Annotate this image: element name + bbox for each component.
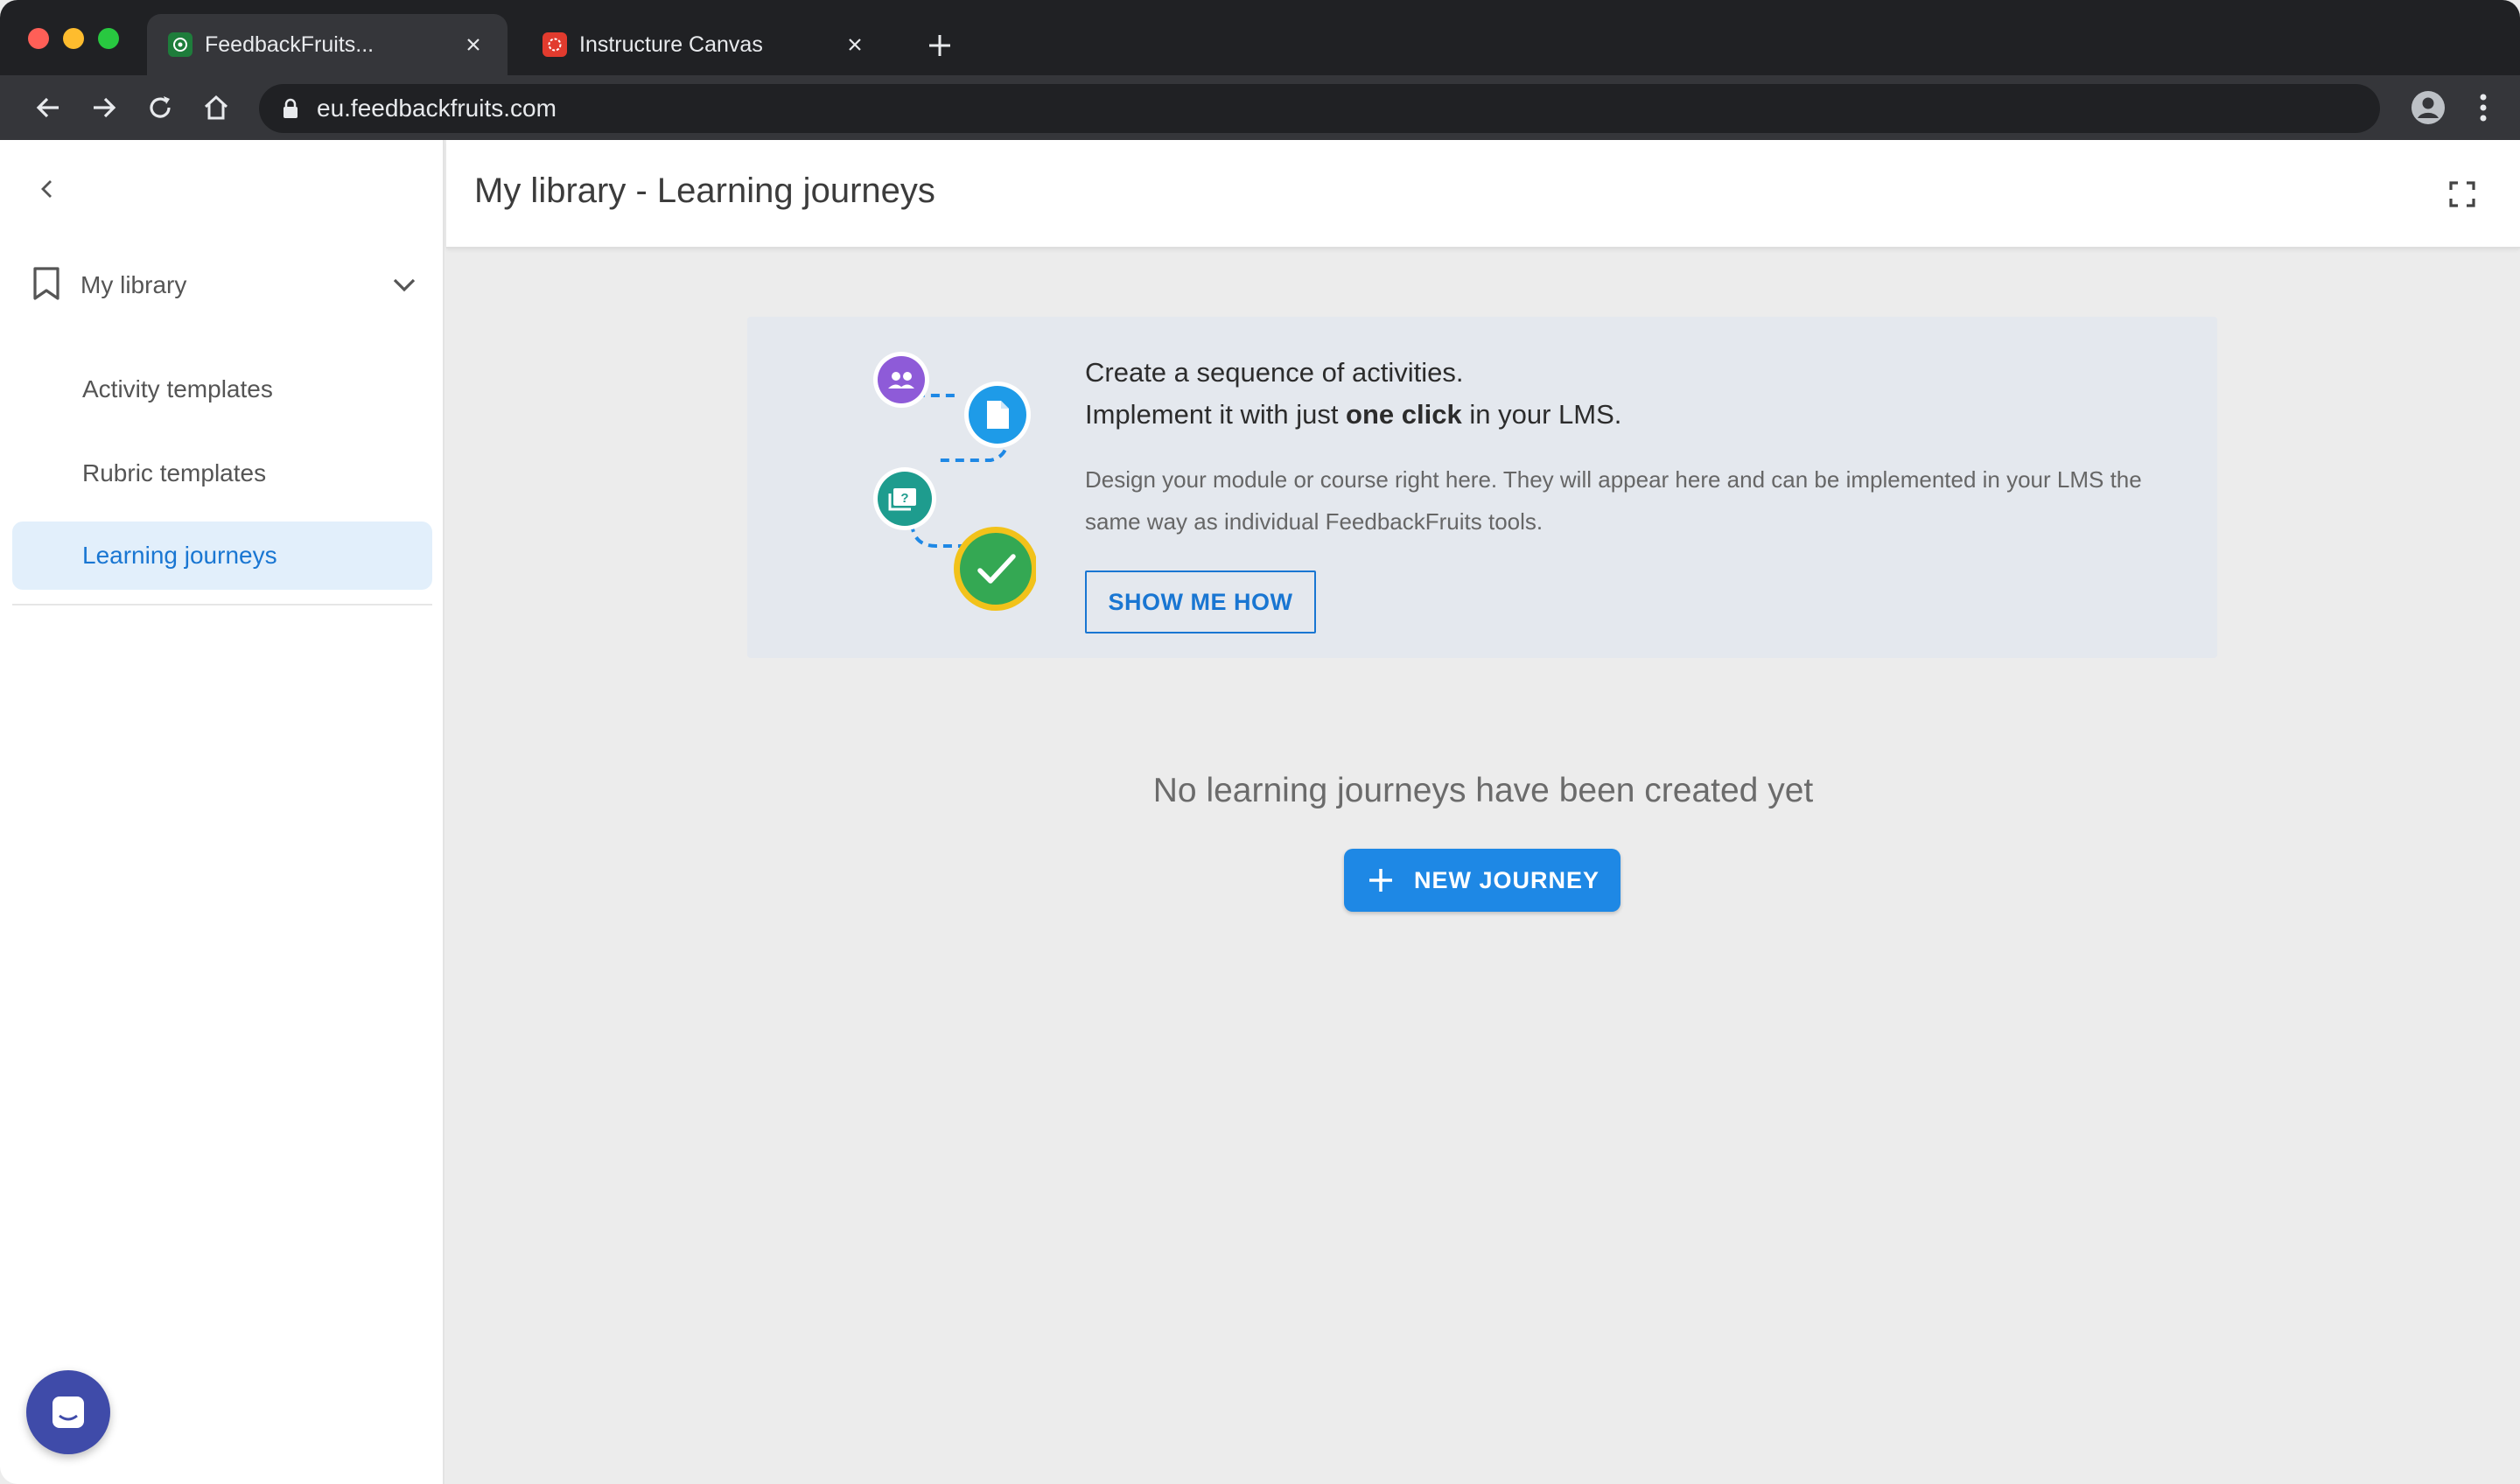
canvas-icon — [542, 32, 567, 57]
back-arrow-icon[interactable] — [30, 89, 66, 126]
feedbackfruits-icon — [168, 32, 192, 57]
plus-icon — [1365, 864, 1396, 896]
sidebar-item-activity-templates[interactable]: Activity templates — [12, 355, 432, 424]
chevron-down-icon[interactable] — [385, 266, 424, 304]
sidebar-item-label: Activity templates — [82, 375, 273, 402]
close-window-button[interactable] — [28, 28, 49, 49]
document-icon — [964, 382, 1031, 448]
browser-window: FeedbackFruits... Instructure Canvas eu.… — [0, 0, 2520, 1484]
group-icon — [873, 352, 929, 408]
url-text: eu.feedbackfruits.com — [317, 94, 556, 122]
sidebar-item-learning-journeys[interactable]: Learning journeys — [12, 522, 432, 590]
chevron-left-icon[interactable] — [30, 172, 65, 206]
promo-headline: Create a sequence of activities. — [1085, 357, 1464, 388]
tab-title: Instructure Canvas — [579, 32, 763, 57]
sidebar-divider — [12, 604, 432, 606]
page-header: My library - Learning journeys — [446, 140, 2520, 248]
promo-subheadline: Implement it with just one click in your… — [1085, 394, 2188, 436]
new-journey-label: NEW JOURNEY — [1413, 866, 1600, 893]
bookmark-icon — [32, 266, 61, 305]
promo-text: Create a sequence of activities. Impleme… — [1085, 352, 2188, 542]
tab-feedbackfruits[interactable]: FeedbackFruits... — [147, 14, 508, 75]
sidebar-section-label: My library — [80, 271, 187, 298]
promo-card: ? Create a sequence of activities. Imple… — [747, 317, 2217, 658]
check-icon — [954, 527, 1036, 611]
maximize-window-button[interactable] — [98, 28, 119, 49]
page-title: My library - Learning journeys — [474, 172, 935, 210]
sidebar-item-rubric-templates[interactable]: Rubric templates — [12, 439, 432, 508]
sidebar-section-my-library[interactable]: My library — [12, 252, 432, 318]
promo-subheadline-prefix: Implement it with just — [1085, 399, 1347, 430]
new-tab-icon[interactable] — [920, 26, 959, 65]
home-icon[interactable] — [198, 89, 234, 126]
lock-icon — [278, 96, 303, 121]
promo-subheadline-suffix: in your LMS. — [1461, 399, 1622, 430]
quiz-icon: ? — [873, 467, 936, 530]
tab-canvas[interactable]: Instructure Canvas — [522, 14, 889, 75]
address-bar[interactable]: eu.feedbackfruits.com — [259, 84, 2380, 133]
svg-text:?: ? — [900, 491, 908, 506]
tab-strip: FeedbackFruits... Instructure Canvas — [0, 0, 2520, 75]
browser-toolbar: eu.feedbackfruits.com — [0, 75, 2520, 140]
sidebar: My library Activity templates Rubric tem… — [0, 140, 444, 1484]
reload-icon[interactable] — [142, 89, 178, 126]
new-journey-button[interactable]: NEW JOURNEY — [1344, 849, 1620, 912]
journey-illustration: ? — [873, 352, 1036, 611]
more-vert-icon[interactable] — [2466, 88, 2501, 128]
show-me-how-button[interactable]: SHOW ME HOW — [1085, 570, 1316, 634]
minimize-window-button[interactable] — [63, 28, 84, 49]
sidebar-item-label: Learning journeys — [82, 542, 277, 569]
close-tab-icon[interactable] — [842, 32, 868, 58]
profile-icon[interactable] — [2408, 88, 2448, 128]
promo-subheadline-bold: one click — [1346, 399, 1462, 430]
fullscreen-icon[interactable] — [2445, 177, 2480, 212]
sidebar-item-label: Rubric templates — [82, 459, 267, 486]
empty-state-message: No learning journeys have been created y… — [1152, 772, 1814, 809]
promo-description: Design your module or course right here.… — [1085, 466, 2142, 535]
main-content: My library - Learning journeys ? Create … — [446, 140, 2520, 1484]
tab-title: FeedbackFruits... — [205, 32, 374, 57]
chat-support-button[interactable] — [26, 1370, 110, 1454]
forward-arrow-icon[interactable] — [86, 89, 122, 126]
chat-icon — [52, 1396, 84, 1428]
close-tab-icon[interactable] — [460, 32, 486, 58]
